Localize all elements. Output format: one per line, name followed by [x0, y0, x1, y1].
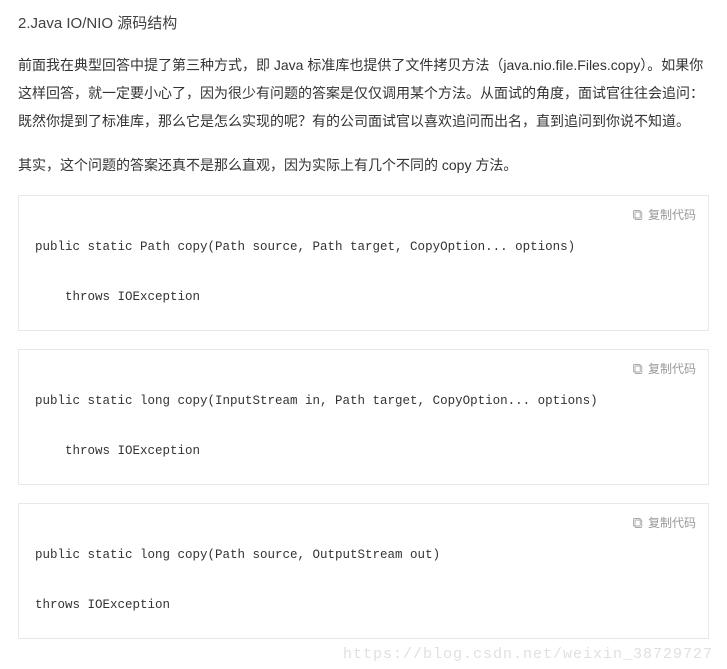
copy-label-text: 复制代码 — [648, 206, 696, 223]
paragraph-2: 其实，这个问题的答案还真不是那么直观，因为实际上有几个不同的 copy 方法。 — [18, 151, 709, 179]
code-content-3: public static long copy(Path source, Out… — [35, 518, 692, 618]
code-content-1: public static Path copy(Path source, Pat… — [35, 210, 692, 310]
copy-label-text: 复制代码 — [648, 360, 696, 377]
copy-button-2[interactable]: 复制代码 — [632, 360, 696, 377]
copy-label-text: 复制代码 — [648, 514, 696, 531]
code-block-2: 复制代码 public static long copy(InputStream… — [18, 349, 709, 485]
copy-icon — [632, 363, 644, 375]
copy-icon — [632, 517, 644, 529]
code-content-2: public static long copy(InputStream in, … — [35, 364, 692, 464]
watermark: https://blog.csdn.net/weixin_38729727 — [343, 646, 713, 663]
copy-button-1[interactable]: 复制代码 — [632, 206, 696, 223]
paragraph-1: 前面我在典型回答中提了第三种方式，即 Java 标准库也提供了文件拷贝方法（ja… — [18, 51, 709, 135]
code-block-1: 复制代码 public static Path copy(Path source… — [18, 195, 709, 331]
copy-button-3[interactable]: 复制代码 — [632, 514, 696, 531]
code-block-3: 复制代码 public static long copy(Path source… — [18, 503, 709, 639]
section-heading: 2.Java IO/NIO 源码结构 — [18, 12, 709, 33]
copy-icon — [632, 209, 644, 221]
